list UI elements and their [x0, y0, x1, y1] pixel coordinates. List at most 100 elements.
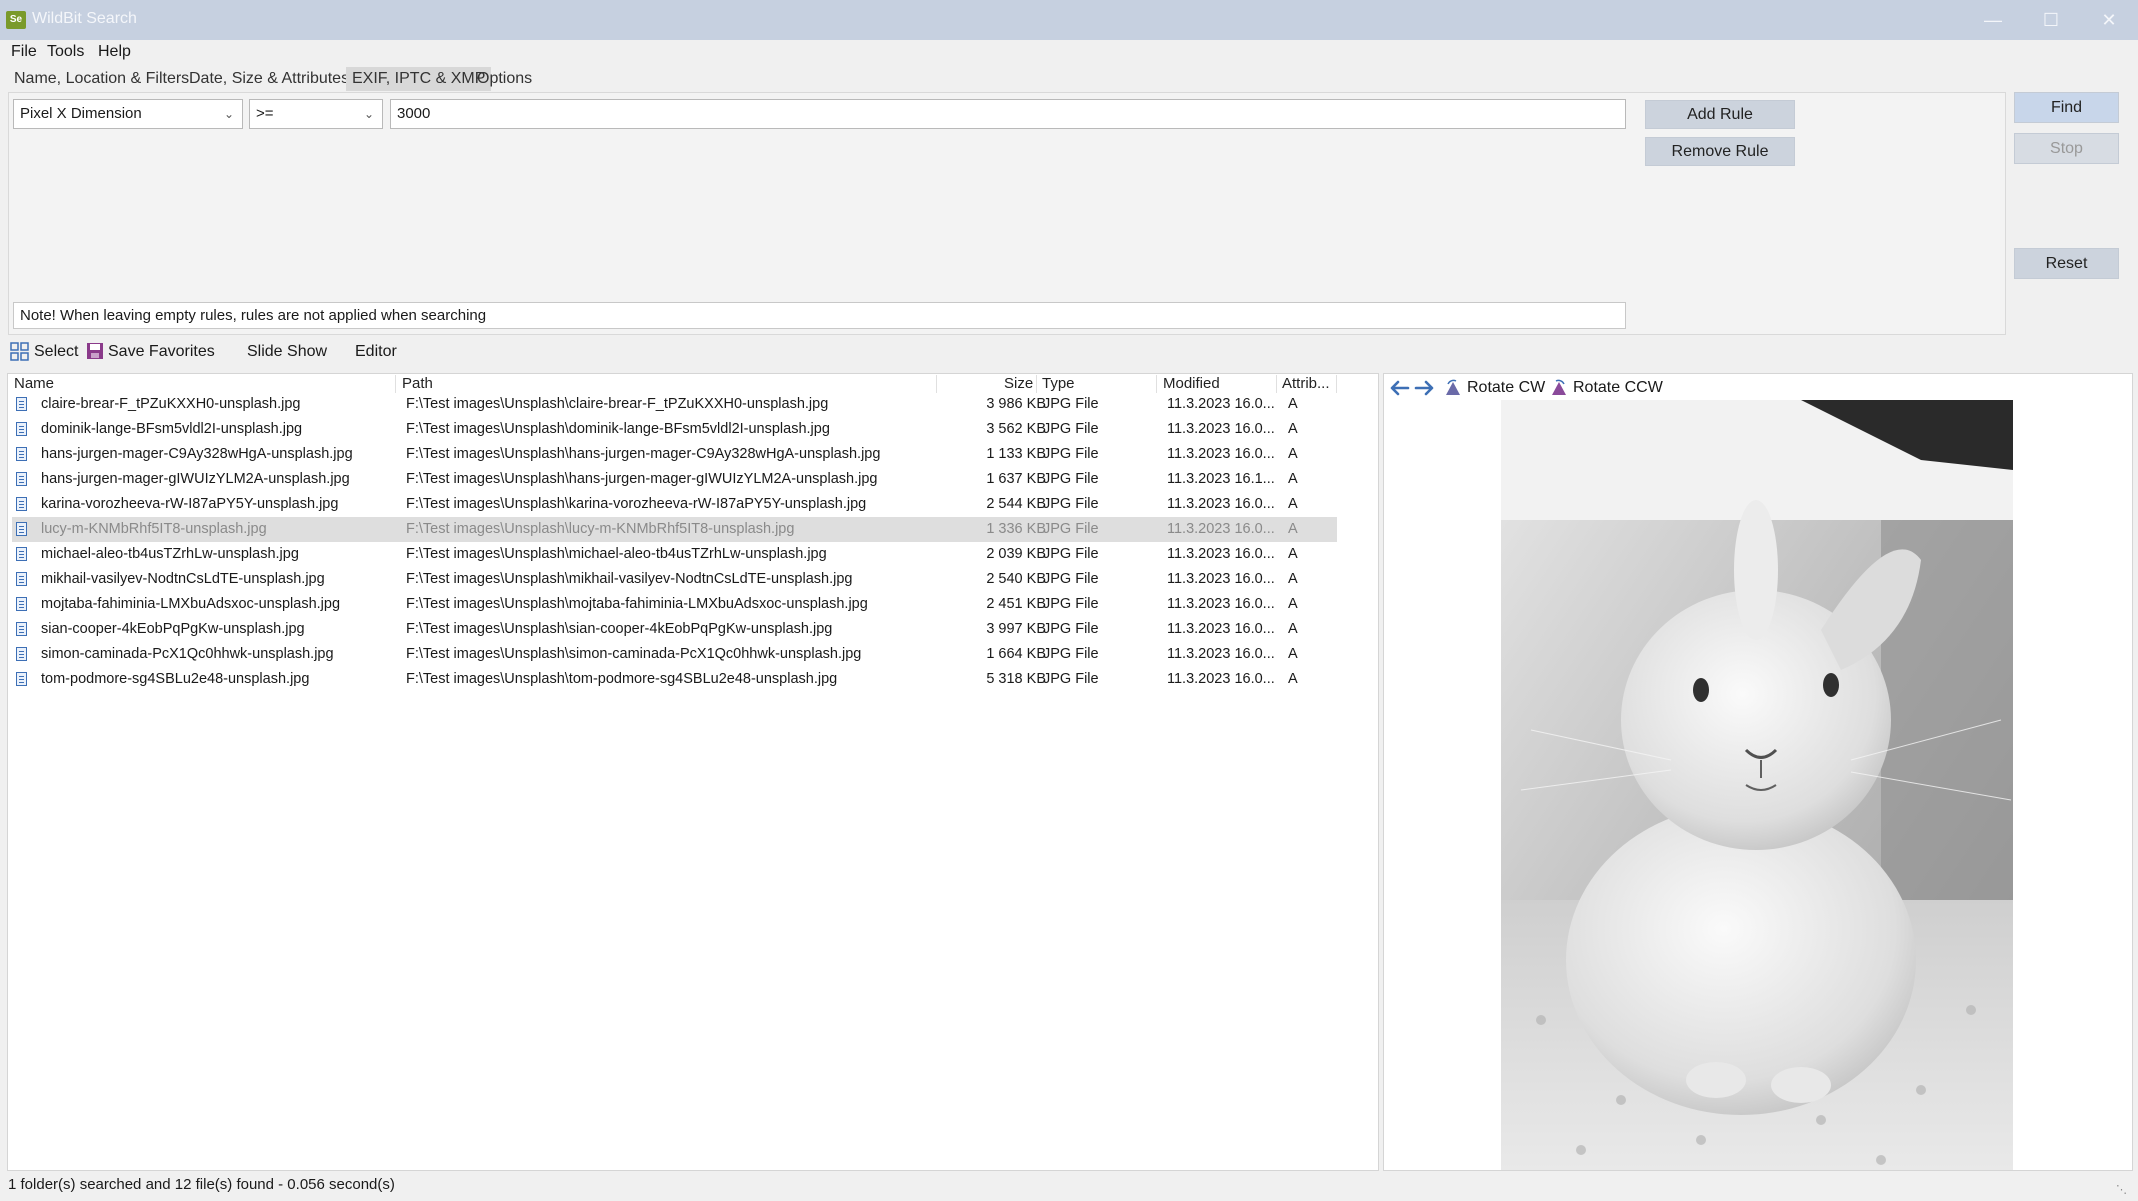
table-row[interactable]: dominik-lange-BFsm5vldl2I-unsplash.jpg F:… — [12, 417, 1337, 442]
cell-size: 1 336 KB — [986, 521, 1046, 537]
cell-type: JPG File — [1043, 671, 1099, 687]
cell-path: F:\Test images\Unsplash\karina-vorozheev… — [406, 496, 867, 512]
arrow-right-icon[interactable] — [1414, 379, 1436, 397]
cell-attributes: A — [1288, 496, 1298, 512]
menu-file[interactable]: File — [11, 43, 37, 61]
cell-path: F:\Test images\Unsplash\sian-cooper-4kEo… — [406, 621, 833, 637]
table-row[interactable]: mikhail-vasilyev-NodtnCsLdTE-unsplash.jp… — [12, 567, 1337, 592]
add-rule-button[interactable]: Add Rule — [1645, 100, 1795, 129]
tab-date-size-attributes[interactable]: Date, Size & Attributes — [183, 67, 355, 91]
column-header-path[interactable]: Path — [402, 375, 433, 392]
file-icon — [16, 422, 27, 436]
cell-path: F:\Test images\Unsplash\hans-jurgen-mage… — [406, 471, 878, 487]
table-row[interactable]: hans-jurgen-mager-gIWUIzYLM2A-unsplash.j… — [12, 467, 1337, 492]
cell-size: 2 039 KB — [986, 546, 1046, 562]
column-header-name[interactable]: Name — [14, 375, 54, 392]
cell-size: 1 637 KB — [986, 471, 1046, 487]
rule-field-select[interactable]: Pixel X Dimension ⌄ — [13, 99, 243, 129]
cell-path: F:\Test images\Unsplash\michael-aleo-tb4… — [406, 546, 827, 562]
file-icon — [16, 447, 27, 461]
table-row[interactable]: claire-brear-F_tPZuKXXH0-unsplash.jpg F:\… — [12, 392, 1337, 417]
cell-attributes: A — [1288, 421, 1298, 437]
tab-options[interactable]: Options — [471, 67, 538, 91]
remove-rule-button[interactable]: Remove Rule — [1645, 137, 1795, 166]
file-icon — [16, 497, 27, 511]
column-divider[interactable] — [1336, 375, 1337, 393]
menu-help[interactable]: Help — [98, 43, 131, 61]
cell-type: JPG File — [1043, 596, 1099, 612]
chevron-down-icon: ⌄ — [223, 107, 234, 121]
close-button[interactable]: ✕ — [2081, 0, 2137, 40]
table-row[interactable]: michael-aleo-tb4usTZrhLw-unsplash.jpg F:\… — [12, 542, 1337, 567]
rule-operator-value: >= — [256, 105, 274, 122]
cell-path: F:\Test images\Unsplash\mojtaba-fahimini… — [406, 596, 868, 612]
maximize-button[interactable]: ☐ — [2023, 0, 2079, 40]
file-icon — [16, 597, 27, 611]
cell-size: 2 540 KB — [986, 571, 1046, 587]
file-icon — [16, 572, 27, 586]
cell-modified: 11.3.2023 16.0... — [1167, 596, 1275, 612]
minimize-button[interactable]: — — [1965, 0, 2021, 40]
column-divider[interactable] — [1276, 375, 1277, 393]
column-header-type[interactable]: Type — [1042, 375, 1075, 392]
grid-icon — [10, 342, 29, 361]
cell-path: F:\Test images\Unsplash\dominik-lange-BF… — [406, 421, 830, 437]
rule-operator-select[interactable]: >= ⌄ — [249, 99, 383, 129]
cell-modified: 11.3.2023 16.0... — [1167, 621, 1275, 637]
reset-button[interactable]: Reset — [2014, 248, 2119, 279]
rotate-cw-label: Rotate CW — [1467, 379, 1546, 396]
arrow-left-icon[interactable] — [1388, 379, 1410, 397]
menu-tools[interactable]: Tools — [47, 43, 84, 61]
cell-size: 3 997 KB — [986, 621, 1046, 637]
file-icon — [16, 547, 27, 561]
cell-modified: 11.3.2023 16.0... — [1167, 396, 1275, 412]
resize-grip-icon[interactable]: ⋱ — [2116, 1183, 2127, 1196]
rotate-ccw-label: Rotate CCW — [1573, 379, 1663, 396]
file-icon — [16, 472, 27, 486]
cell-attributes: A — [1288, 571, 1298, 587]
cell-attributes: A — [1288, 521, 1298, 537]
cell-name: mojtaba-fahiminia-LMXbuAdsxoc-unsplash.j… — [41, 596, 341, 612]
cell-name: tom-podmore-sg4SBLu2e48-unsplash.jpg — [41, 671, 310, 687]
tab-name-location-filters[interactable]: Name, Location & Filters — [8, 67, 195, 91]
image-preview — [1501, 400, 2013, 1170]
tab-exif-iptc-xmp[interactable]: EXIF, IPTC & XMP — [346, 67, 492, 91]
editor-tool[interactable]: Editor — [355, 340, 397, 364]
table-row[interactable]: sian-cooper-4kEobPqPgKw-unsplash.jpg F:\T… — [12, 617, 1337, 642]
cell-path: F:\Test images\Unsplash\claire-brear-F_t… — [406, 396, 829, 412]
status-bar: 1 folder(s) searched and 12 file(s) foun… — [8, 1176, 395, 1193]
column-header-attributes[interactable]: Attrib... — [1282, 375, 1330, 392]
window-title: WildBit Search — [32, 10, 137, 27]
column-divider[interactable] — [395, 375, 396, 393]
file-icon — [16, 647, 27, 661]
file-icon — [16, 622, 27, 636]
table-row[interactable]: simon-caminada-PcX1Qc0hhwk-unsplash.jpg F… — [12, 642, 1337, 667]
cell-size: 3 562 KB — [986, 421, 1046, 437]
cell-size: 2 544 KB — [986, 496, 1046, 512]
column-header-modified[interactable]: Modified — [1163, 375, 1220, 392]
cell-name: hans-jurgen-mager-gIWUIzYLM2A-unsplash.j… — [41, 471, 350, 487]
cell-size: 3 986 KB — [986, 396, 1046, 412]
stop-button[interactable]: Stop — [2014, 133, 2119, 164]
table-row[interactable]: hans-jurgen-mager-C9Ay328wHgA-unsplash.j… — [12, 442, 1337, 467]
column-divider[interactable] — [1156, 375, 1157, 393]
cell-attributes: A — [1288, 621, 1298, 637]
cell-modified: 11.3.2023 16.1... — [1167, 471, 1275, 487]
table-row[interactable]: tom-podmore-sg4SBLu2e48-unsplash.jpg F:\T… — [12, 667, 1337, 692]
cell-name: hans-jurgen-mager-C9Ay328wHgA-unsplash.j… — [41, 446, 353, 462]
cell-attributes: A — [1288, 471, 1298, 487]
cell-name: sian-cooper-4kEobPqPgKw-unsplash.jpg — [41, 621, 305, 637]
column-divider[interactable] — [936, 375, 937, 393]
column-divider[interactable] — [1036, 375, 1037, 393]
cell-type: JPG File — [1043, 471, 1099, 487]
column-header-size[interactable]: Size — [1004, 375, 1033, 392]
table-row[interactable]: mojtaba-fahiminia-LMXbuAdsxoc-unsplash.j… — [12, 592, 1337, 617]
table-row[interactable]: lucy-m-KNMbRhf5IT8-unsplash.jpg F:\Test i… — [12, 517, 1337, 542]
file-icon — [16, 397, 27, 411]
table-row[interactable]: karina-vorozheeva-rW-I87aPY5Y-unsplash.j… — [12, 492, 1337, 517]
slide-show-tool[interactable]: Slide Show — [247, 340, 327, 364]
find-button[interactable]: Find — [2014, 92, 2119, 123]
cell-name: karina-vorozheeva-rW-I87aPY5Y-unsplash.j… — [41, 496, 339, 512]
cell-attributes: A — [1288, 546, 1298, 562]
rule-value-input[interactable]: 3000 — [390, 99, 1626, 129]
